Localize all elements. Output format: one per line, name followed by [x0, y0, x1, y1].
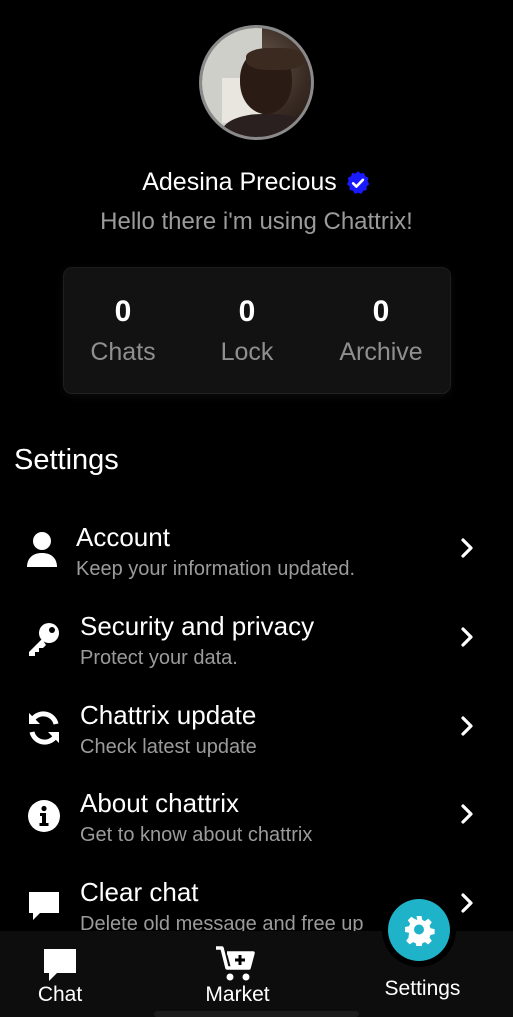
- settings-item-subtitle: Protect your data.: [80, 647, 238, 669]
- settings-item-title: Security and privacy: [80, 611, 315, 641]
- avatar[interactable]: [199, 25, 314, 140]
- settings-item-account[interactable]: Account Keep your information updated.: [0, 516, 513, 586]
- chevron-right-icon: [458, 714, 478, 738]
- settings-item-update[interactable]: Chattrix update Check latest update: [0, 694, 513, 764]
- chat-icon: [44, 949, 76, 981]
- chevron-right-icon: [458, 891, 478, 915]
- settings-item-subtitle: Get to know about chattrix: [80, 824, 313, 846]
- profile-name: Adesina Precious: [142, 168, 337, 196]
- avatar-shirt: [222, 114, 311, 137]
- stat-value: 0: [372, 295, 390, 328]
- stat-label: Lock: [220, 338, 274, 366]
- chevron-right-icon: [458, 625, 478, 649]
- settings-item-subtitle: Keep your information updated.: [76, 558, 356, 580]
- settings-item-about[interactable]: About chattrix Get to know about chattri…: [0, 782, 513, 852]
- profile-status: Hello there i'm using Chattrix!: [100, 208, 413, 235]
- stat-label: Archive: [339, 338, 423, 366]
- user-icon: [22, 530, 62, 570]
- settings-item-subtitle: Check latest update: [80, 736, 257, 758]
- stat-archive[interactable]: 0 Archive: [326, 292, 436, 367]
- message-icon: [24, 885, 64, 925]
- cart-plus-icon: [216, 946, 255, 981]
- sync-icon: [24, 708, 64, 748]
- settings-item-title: Clear chat: [80, 877, 199, 907]
- nav-market[interactable]: Market: [190, 931, 285, 1017]
- nav-market-label: Market: [205, 983, 270, 1006]
- chevron-right-icon: [458, 536, 478, 560]
- nav-chat[interactable]: Chat: [20, 931, 100, 1017]
- settings-screen: Adesina Precious Hello there i'm using C…: [0, 0, 513, 1017]
- settings-item-security[interactable]: Security and privacy Protect your data.: [0, 605, 513, 675]
- stat-value: 0: [114, 295, 132, 328]
- settings-item-title: About chattrix: [80, 788, 239, 818]
- chevron-right-icon: [458, 802, 478, 826]
- nav-chat-label: Chat: [37, 983, 83, 1006]
- avatar-hand: [246, 48, 304, 70]
- key-icon: [24, 619, 64, 659]
- nav-settings-label: Settings: [384, 977, 461, 1000]
- stats-card: 0 Chats 0 Lock 0 Archive: [64, 268, 450, 393]
- settings-heading: Settings: [14, 444, 119, 476]
- nav-settings-active-indicator[interactable]: [388, 899, 450, 961]
- stat-label: Chats: [90, 338, 156, 366]
- gear-icon: [405, 916, 435, 946]
- home-indicator: [154, 1011, 359, 1017]
- stat-lock[interactable]: 0 Lock: [202, 292, 292, 367]
- info-icon: [24, 796, 64, 836]
- stat-chats[interactable]: 0 Chats: [78, 292, 168, 367]
- settings-item-title: Account: [76, 522, 170, 552]
- verified-badge-icon: [345, 170, 371, 196]
- settings-item-title: Chattrix update: [80, 700, 257, 730]
- stat-value: 0: [238, 295, 256, 328]
- profile-name-row: Adesina Precious: [0, 168, 513, 197]
